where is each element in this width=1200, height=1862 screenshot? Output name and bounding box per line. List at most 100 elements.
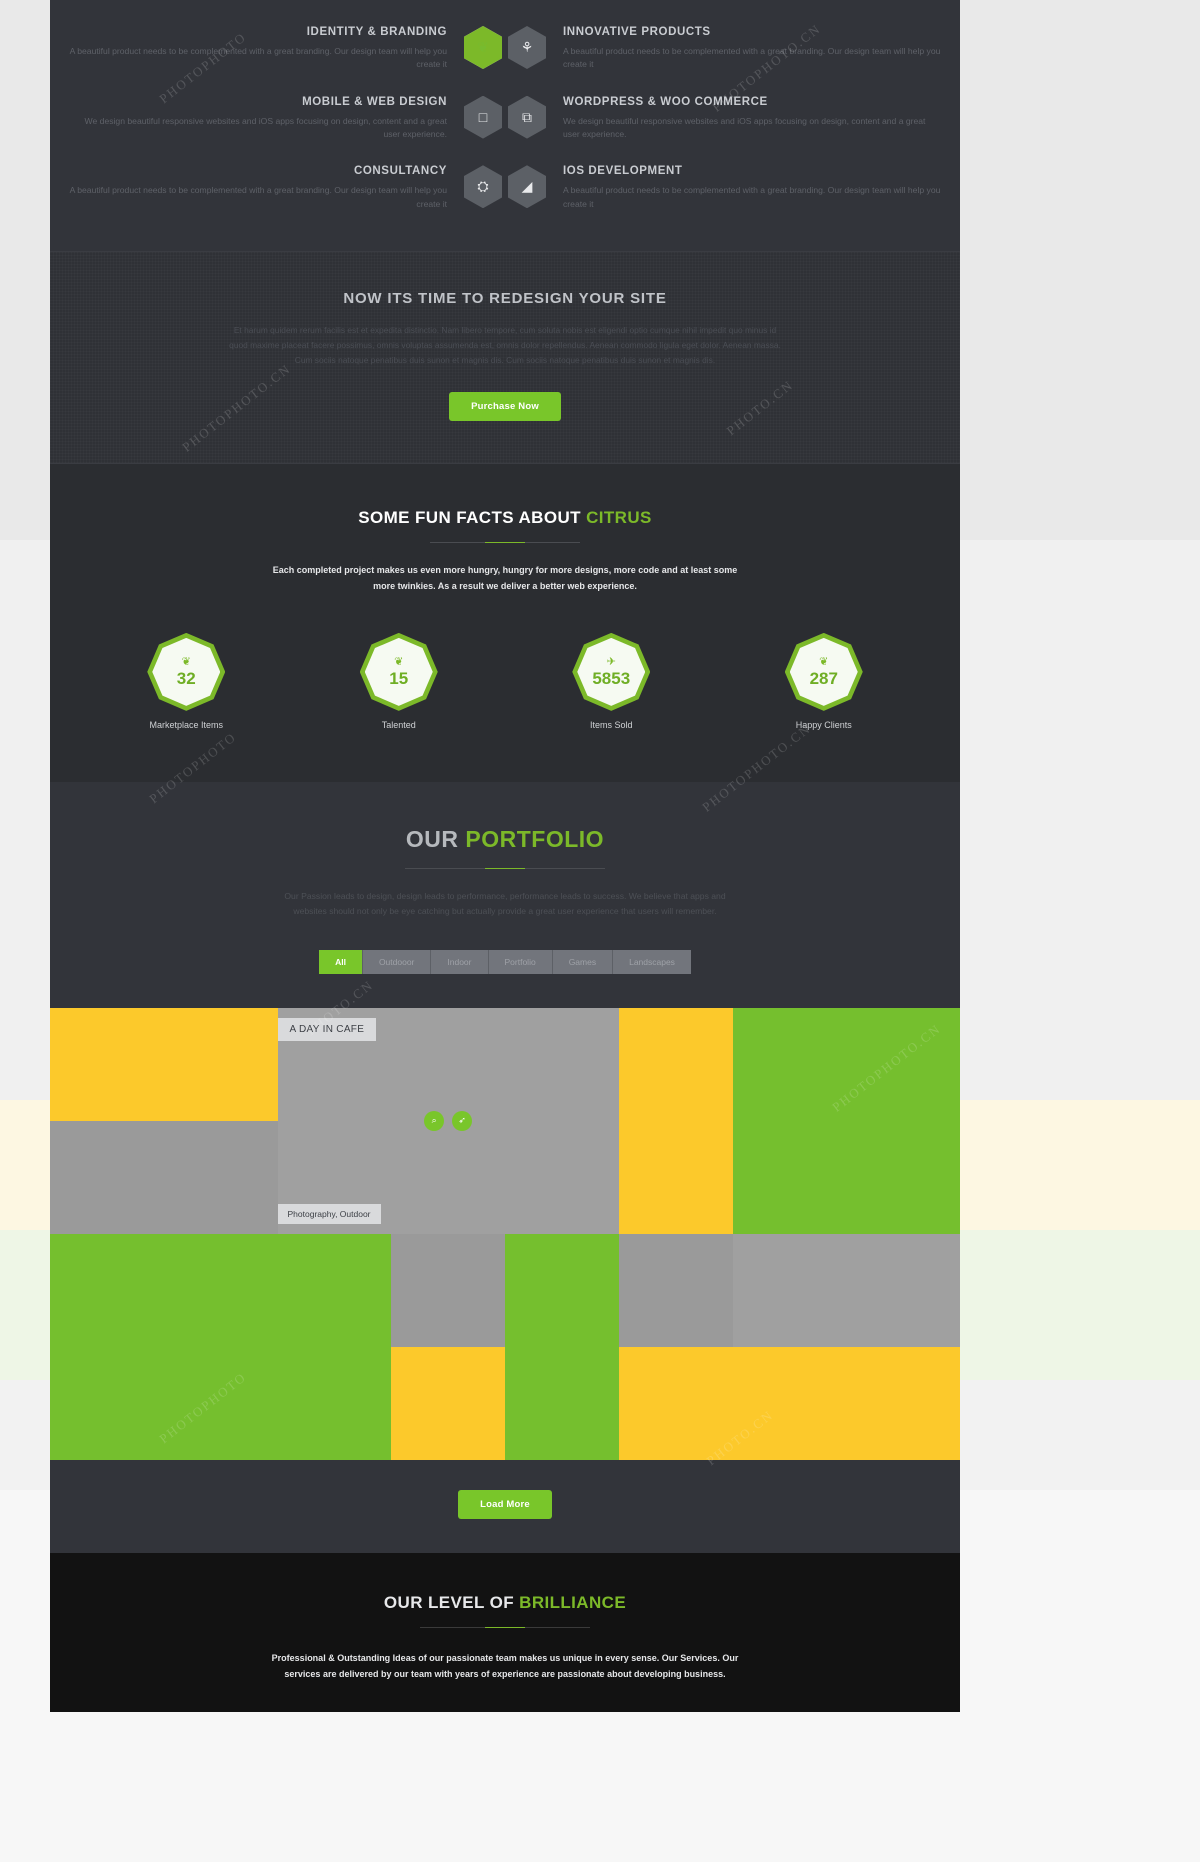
filter-landscapes[interactable]: Landscapes [613, 949, 691, 974]
cta-heading: NOW ITS TIME TO REDESIGN YOUR SITE [343, 289, 667, 307]
service-text: IOS DEVELOPMENT A beautiful product need… [549, 165, 942, 211]
counter-badge: ✈ 5853 [572, 632, 651, 711]
page-root: IDENTITY & BRANDING A beautiful product … [0, 0, 1200, 1862]
service-text: WORDPRESS & WOO COMMERCE We design beaut… [549, 96, 942, 142]
service-title: IOS DEVELOPMENT [563, 165, 683, 178]
portfolio-subtitle: Our Passion leads to design, design lead… [284, 890, 726, 917]
portfolio-heading: OUR PORTFOLIO [50, 826, 960, 853]
service-description: A beautiful product needs to be compleme… [563, 185, 941, 209]
service-text: INNOVATIVE PRODUCTS A beautiful product … [549, 26, 942, 72]
brilliance-subtitle: Professional & Outstanding Ideas of our … [271, 1652, 739, 1679]
fun-facts-heading-plain: SOME FUN FACTS ABOUT [358, 508, 587, 528]
brilliance-section: OUR LEVEL OF BRILLIANCE Professional & O… [50, 1552, 960, 1713]
service-item-consultancy[interactable]: CONSULTANCY A beautiful product needs to… [68, 165, 505, 211]
megaphone-icon: ◢ [508, 165, 546, 209]
services-section: IDENTITY & BRANDING A beautiful product … [50, 0, 960, 251]
service-item-ios-development[interactable]: ◢ IOS DEVELOPMENT A beautiful product ne… [505, 165, 942, 211]
portfolio-tile[interactable] [50, 1233, 392, 1460]
portfolio-tile[interactable] [732, 1233, 960, 1347]
service-item-innovative-products[interactable]: ⚘ INNOVATIVE PRODUCTS A beautiful produc… [505, 26, 942, 72]
service-text: CONSULTANCY A beautiful product needs to… [68, 165, 461, 211]
fun-facts-section: SOME FUN FACTS ABOUT CITRUS Each complet… [50, 464, 960, 782]
filter-games[interactable]: Games [552, 949, 614, 974]
divider [420, 1626, 590, 1628]
purchase-now-button[interactable]: Purchase Now [449, 392, 561, 422]
counter-label: Items Sold [589, 719, 633, 730]
counters-row: ❦ 32 Marketplace Items ❦ 15 Talented ✈ 5… [50, 632, 960, 730]
site-content: IDENTITY & BRANDING A beautiful product … [50, 0, 960, 1862]
cta-section: NOW ITS TIME TO REDESIGN YOUR SITE Et ha… [50, 250, 960, 465]
fun-facts-subtitle: Each completed project makes us even mor… [272, 565, 738, 591]
counter-happy-clients: ❦ 287 Happy Clients [739, 632, 909, 730]
counter-badge: ❦ 32 [147, 632, 226, 711]
mobile-icon: □ [464, 95, 502, 139]
filter-indoor[interactable]: Indoor [431, 949, 489, 974]
portfolio-tile-featured[interactable]: A DAY IN CAFE ⌕ ➶ Photography, Outdoor [277, 1007, 619, 1234]
fun-facts-heading: SOME FUN FACTS ABOUT CITRUS [50, 508, 960, 528]
counter-label: Talented [381, 719, 416, 730]
service-description: A beautiful product needs to be compleme… [69, 46, 447, 70]
brilliance-heading-plain: OUR LEVEL OF [383, 1592, 520, 1612]
tile-title: A DAY IN CAFE [277, 1017, 377, 1041]
tile-actions: ⌕ ➶ [424, 1110, 473, 1131]
load-more-button[interactable]: Load More [458, 1489, 552, 1519]
filter-outdooor[interactable]: Outdooor [362, 949, 432, 974]
twitter-icon: ❦ [819, 655, 829, 668]
service-icon-wrap: ⧉ [505, 95, 549, 139]
service-description: A beautiful product needs to be compleme… [69, 185, 447, 209]
service-description: A beautiful product needs to be compleme… [563, 46, 941, 70]
magnifier-icon[interactable]: ⌕ [424, 1110, 445, 1131]
counter-value: 5853 [592, 668, 631, 688]
portfolio-section: OUR PORTFOLIO Our Passion leads to desig… [50, 781, 960, 1008]
link-icon[interactable]: ➶ [452, 1110, 473, 1131]
load-more-section: Load More [50, 1459, 960, 1553]
lightbulb-icon: ⚘ [508, 26, 546, 69]
cta-paragraph: Et harum quidem rerum facilis est et exp… [229, 324, 781, 366]
shield-icon: ❦ [464, 26, 502, 69]
service-text: MOBILE & WEB DESIGN We design beautiful … [68, 96, 461, 142]
service-text: IDENTITY & BRANDING A beautiful product … [68, 26, 461, 72]
counter-talented: ❦ 15 Talented [314, 632, 484, 730]
portfolio-heading-plain: OUR [405, 825, 466, 852]
counter-marketplace-items: ❦ 32 Marketplace Items [101, 632, 271, 730]
tile-category: Photography, Outdoor [277, 1203, 381, 1224]
service-title: IDENTITY & BRANDING [306, 26, 447, 38]
service-icon-wrap: □ [461, 95, 505, 139]
counter-label: Happy Clients [795, 719, 852, 730]
counter-badge: ❦ 287 [784, 632, 863, 711]
service-icon-wrap: ⚘ [505, 26, 549, 69]
service-title: CONSULTANCY [353, 165, 447, 178]
service-item-identity-branding[interactable]: IDENTITY & BRANDING A beautiful product … [68, 26, 505, 72]
portfolio-tile[interactable] [618, 1346, 960, 1460]
portfolio-grid: A DAY IN CAFE ⌕ ➶ Photography, Outdoor [50, 1007, 960, 1460]
bug-icon: ❦ [394, 655, 404, 668]
divider [430, 542, 580, 544]
divider [405, 867, 605, 869]
counter-badge: ❦ 15 [359, 632, 438, 711]
counter-items-sold: ✈ 5853 Items Sold [526, 632, 696, 730]
counter-value: 287 [809, 668, 838, 688]
portfolio-tile[interactable] [391, 1233, 505, 1347]
portfolio-tile[interactable] [618, 1233, 733, 1347]
portfolio-tile[interactable] [50, 1120, 278, 1234]
portfolio-tile[interactable] [505, 1233, 619, 1460]
brilliance-heading-highlight: BRILLIANCE [519, 1592, 627, 1612]
service-description: We design beautiful responsive websites … [84, 115, 447, 139]
portfolio-tile[interactable] [391, 1346, 505, 1460]
service-icon-wrap: ◢ [505, 165, 549, 209]
portfolio-tile[interactable] [732, 1007, 960, 1234]
counter-value: 15 [389, 668, 409, 688]
service-item-mobile-web-design[interactable]: MOBILE & WEB DESIGN We design beautiful … [68, 95, 505, 142]
layers-icon: ⧉ [508, 95, 546, 139]
service-title: MOBILE & WEB DESIGN [302, 95, 447, 108]
services-grid: IDENTITY & BRANDING A beautiful product … [50, 18, 960, 211]
portfolio-tile[interactable] [50, 1007, 278, 1121]
portfolio-tile[interactable] [618, 1007, 733, 1234]
filter-all[interactable]: All [319, 949, 363, 974]
service-item-wordpress-woo-commerce[interactable]: ⧉ WORDPRESS & WOO COMMERCE We design bea… [505, 95, 942, 142]
service-description: We design beautiful responsive websites … [563, 115, 926, 139]
bug-icon: ❦ [181, 655, 191, 668]
service-icon-wrap: ⛭ [461, 165, 505, 209]
filter-portfolio[interactable]: Portfolio [488, 949, 553, 974]
portfolio-heading-highlight: PORTFOLIO [465, 825, 605, 852]
